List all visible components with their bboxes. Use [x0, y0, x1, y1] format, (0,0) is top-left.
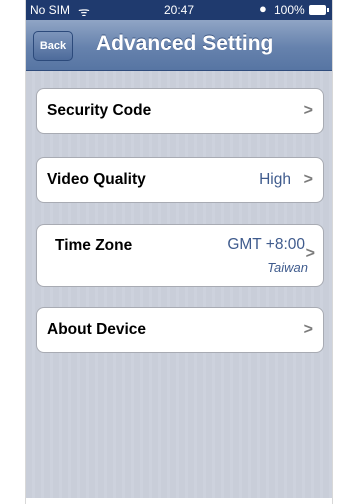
- status-bar: No SIM ᯤ 20:47 ● 100%: [26, 0, 332, 20]
- battery-icon: [309, 5, 329, 15]
- navigation-bar: Back Advanced Setting: [26, 20, 332, 71]
- alarm-icon: ●: [259, 1, 267, 16]
- clock: 20:47: [164, 3, 195, 17]
- bottom-edge: [26, 498, 332, 504]
- page-title: Advanced Setting: [96, 32, 274, 55]
- row-label: Time Zone: [55, 237, 133, 254]
- chevron-right-icon: >: [303, 321, 313, 338]
- battery-percentage: 100%: [274, 3, 305, 17]
- back-button[interactable]: Back: [33, 31, 73, 61]
- time-zone-region: Taiwan: [267, 260, 308, 275]
- security-code-row[interactable]: Security Code >: [36, 88, 324, 134]
- chevron-right-icon: >: [305, 245, 315, 262]
- row-label: About Device: [47, 321, 147, 338]
- row-label: Video Quality: [47, 171, 146, 188]
- row-label: Security Code: [47, 102, 152, 119]
- phone-screen: No SIM ᯤ 20:47 ● 100% Back Advanced Sett…: [25, 0, 333, 504]
- chevron-right-icon: >: [303, 102, 313, 119]
- wifi-icon: ᯤ: [78, 4, 90, 19]
- video-quality-row[interactable]: Video Quality High >: [36, 157, 324, 203]
- video-quality-value: High: [259, 171, 291, 188]
- time-zone-row[interactable]: Time Zone GMT +8:00 Taiwan >: [36, 224, 324, 287]
- time-zone-value: GMT +8:00: [227, 236, 305, 253]
- carrier-label: No SIM: [30, 3, 71, 17]
- about-device-row[interactable]: About Device >: [36, 307, 324, 353]
- chevron-right-icon: >: [303, 171, 313, 188]
